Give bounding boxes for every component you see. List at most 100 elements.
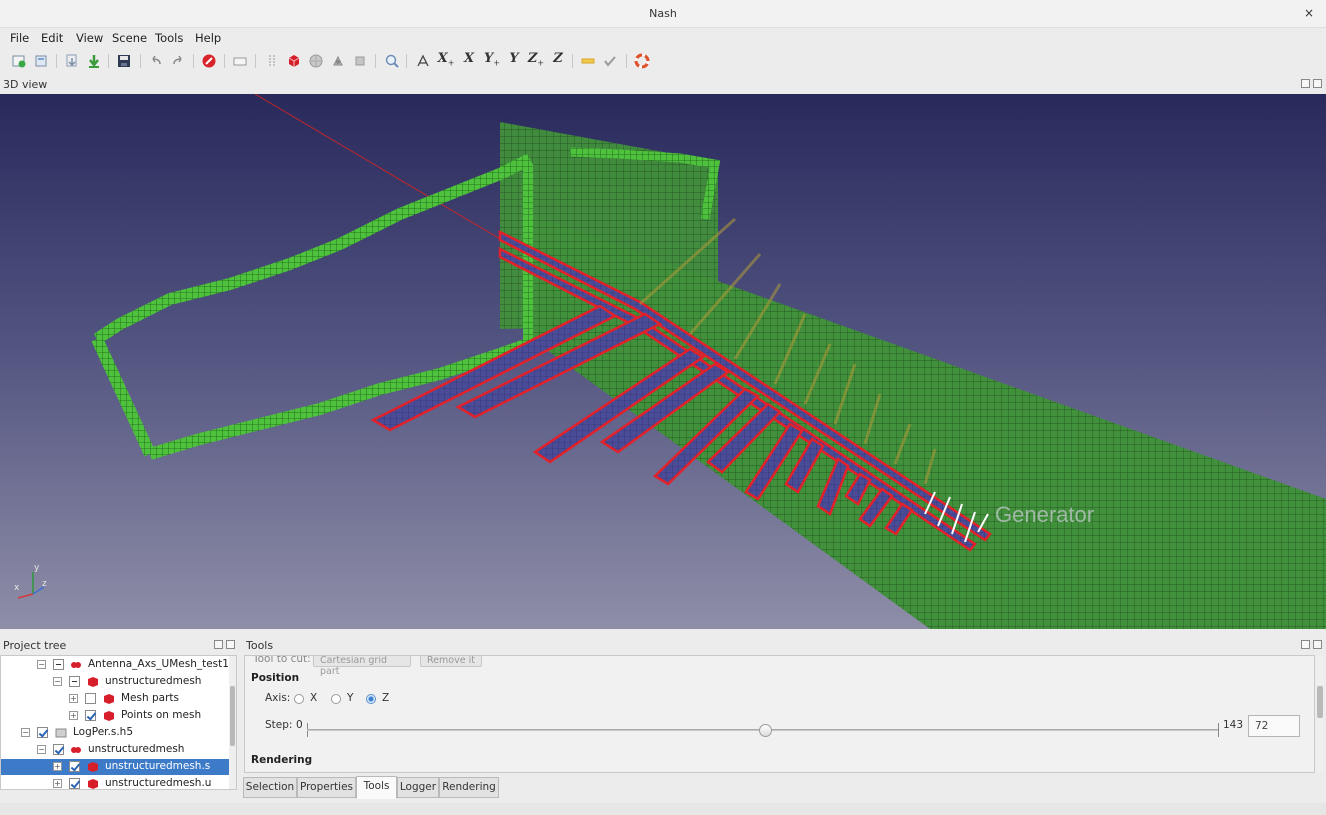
svg-text:y: y — [34, 563, 40, 573]
rendering-section-title: Rendering — [251, 754, 313, 766]
float-icon[interactable] — [214, 640, 223, 649]
frame-left-edge — [91, 336, 156, 457]
view3d-dock-header: 3D view — [0, 77, 1326, 93]
menu-scene[interactable]: Scene — [112, 31, 147, 45]
download-icon[interactable] — [86, 53, 102, 69]
visibility-checkbox[interactable] — [69, 778, 80, 789]
mesh-icon — [88, 762, 98, 772]
save-icon[interactable] — [116, 53, 132, 69]
mesh-icon — [88, 779, 98, 789]
menu-tools[interactable]: Tools — [155, 31, 183, 45]
visibility-checkbox[interactable] — [69, 761, 80, 772]
svg-text:z: z — [42, 579, 47, 589]
sphere-icon[interactable] — [308, 53, 324, 69]
view-y-minus-button[interactable]: Y — [506, 51, 522, 69]
shapes-icon[interactable] — [330, 53, 346, 69]
mesh-cube-icon[interactable] — [286, 53, 302, 69]
highlight-icon[interactable] — [580, 53, 596, 69]
tree-item-unstructuredmesh[interactable]: − unstructuredmesh — [1, 674, 229, 690]
tree-item-logper-file[interactable]: − LogPer.s.h5 — [1, 725, 229, 741]
tab-tools[interactable]: Tools — [356, 776, 397, 799]
3d-viewport[interactable]: Generator x y z — [0, 94, 1326, 629]
tab-selection[interactable]: Selection — [243, 777, 297, 798]
visibility-checkbox[interactable] — [53, 744, 64, 755]
tab-rendering[interactable]: Rendering — [439, 777, 499, 798]
tree-item-unstructuredmesh-u[interactable]: + unstructuredmesh.u — [1, 776, 229, 789]
step-slider[interactable] — [307, 723, 1219, 737]
cut-tool-select[interactable]: Cartesian grid part — [313, 656, 411, 677]
antenna-icon — [71, 662, 81, 668]
remove-button[interactable]: Remove it — [420, 656, 482, 667]
project-tree-header: Project tree — [0, 638, 238, 654]
view-z-minus-button[interactable]: Z — [550, 51, 566, 69]
cut-tool-label: Tool to cut: — [253, 655, 311, 665]
tree-item-unstructuredmesh-s[interactable]: + unstructuredmesh.s — [1, 759, 229, 775]
visibility-checkbox[interactable] — [69, 676, 80, 687]
step-spinbox[interactable]: 72 — [1248, 715, 1300, 737]
visibility-checkbox[interactable] — [53, 659, 64, 670]
status-bar — [0, 803, 1326, 815]
visibility-checkbox[interactable] — [85, 693, 96, 704]
tools-header: Tools — [243, 638, 1326, 654]
axis-x-label: X — [310, 692, 318, 704]
file-icon — [55, 728, 67, 738]
step-label: Step: — [265, 719, 293, 731]
close-dock-icon[interactable] — [226, 640, 235, 649]
tree-item-mesh-parts[interactable]: + Mesh parts — [1, 691, 229, 707]
view-z-plus-button[interactable]: Z+ — [528, 51, 544, 69]
menu-edit[interactable]: Edit — [41, 31, 63, 45]
axis-radio-y[interactable] — [331, 694, 341, 704]
new-project-icon[interactable] — [11, 53, 27, 69]
mesh-icon — [88, 677, 98, 687]
axis-radio-z[interactable] — [366, 694, 376, 704]
tools-panel: Tool to cut: Cartesian grid part Remove … — [244, 655, 1315, 773]
tools-scrollbar[interactable] — [1316, 656, 1324, 772]
tree-item-points-on-mesh[interactable]: + Points on mesh — [1, 708, 229, 724]
tree-scrollbar[interactable] — [229, 656, 236, 789]
close-icon[interactable]: × — [1304, 6, 1314, 20]
axis-radio-x[interactable] — [294, 694, 304, 704]
toolbar: X+ X Y+ Y Z+ Z — [0, 49, 1326, 73]
view-x-minus-button[interactable]: X — [461, 51, 477, 69]
menu-view[interactable]: View — [76, 31, 103, 45]
float-icon[interactable] — [1301, 79, 1310, 88]
visibility-checkbox[interactable] — [37, 727, 48, 738]
mesh-parts-icon — [104, 694, 114, 704]
menu-help[interactable]: Help — [195, 31, 221, 45]
view-y-plus-button[interactable]: Y+ — [484, 51, 500, 69]
visibility-checkbox[interactable] — [85, 710, 96, 721]
tab-logger[interactable]: Logger — [397, 777, 439, 798]
slider-handle[interactable] — [759, 724, 773, 737]
close-dock-icon[interactable] — [1313, 79, 1322, 88]
project-tree-dock: Project tree − Antenna_Axs_UMesh_test1 −… — [0, 638, 238, 815]
step-max-label: 143 — [1223, 719, 1244, 731]
tab-properties[interactable]: Properties — [297, 777, 356, 798]
tree-item-unstructuredmesh-group[interactable]: − unstructuredmesh — [1, 742, 229, 758]
columns-icon[interactable] — [264, 53, 280, 69]
zoom-icon[interactable] — [384, 53, 400, 69]
view3d-title: 3D view — [3, 78, 48, 91]
box-icon[interactable] — [352, 53, 368, 69]
redo-icon[interactable] — [170, 53, 186, 69]
rectangle-select-icon[interactable] — [232, 53, 248, 69]
undo-icon[interactable] — [148, 53, 164, 69]
axes-reset-icon[interactable] — [415, 53, 431, 69]
tools-title: Tools — [246, 639, 274, 652]
stop-icon[interactable] — [201, 53, 217, 69]
points-icon — [104, 711, 114, 721]
check-icon[interactable] — [602, 53, 618, 69]
open-project-icon[interactable] — [33, 53, 49, 69]
float-icon[interactable] — [1301, 640, 1310, 649]
menu-bar: File Edit View Scene Tools Help — [0, 29, 1326, 49]
import-icon[interactable] — [64, 53, 80, 69]
tree-item-antenna[interactable]: − Antenna_Axs_UMesh_test1 — [1, 657, 229, 673]
position-section-title: Position — [251, 672, 300, 684]
window-title: Nash — [649, 7, 677, 20]
view-x-plus-button[interactable]: X+ — [438, 51, 455, 69]
orientation-axes: x y z — [14, 563, 47, 599]
help-lifebuoy-icon[interactable] — [634, 53, 650, 69]
menu-file[interactable]: File — [10, 31, 29, 45]
close-dock-icon[interactable] — [1313, 640, 1322, 649]
app-window: Nash × File Edit View Scene Tools Help X… — [0, 0, 1326, 815]
generator-label: Generator — [995, 502, 1094, 527]
